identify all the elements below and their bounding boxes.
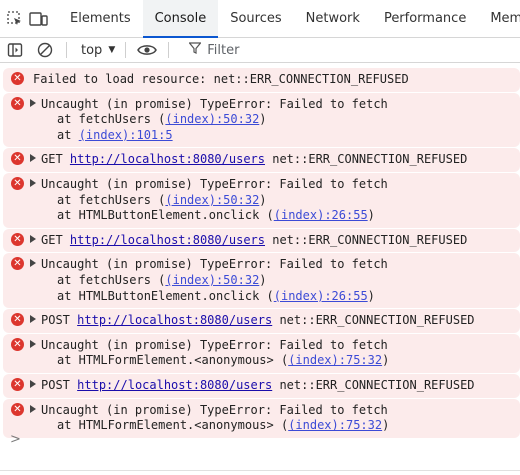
stack-frame-text: at: [57, 127, 79, 142]
filter-input[interactable]: Filter: [188, 42, 240, 58]
console-error-message[interactable]: ✕ POST http://localhost:8080/users net::…: [3, 373, 520, 398]
toolbar-divider: [168, 42, 170, 58]
console-error-message[interactable]: ✕ Uncaught (in promise) TypeError: Faile…: [3, 253, 520, 309]
error-icon: ✕: [11, 257, 24, 271]
filter-placeholder: Filter: [207, 42, 240, 58]
request-url-link[interactable]: http://localhost:8080/users: [70, 152, 265, 166]
devtools-tabbar: Elements Console Sources Network Perform…: [0, 0, 520, 38]
source-link[interactable]: (index):50:32: [165, 273, 259, 287]
tab-network[interactable]: Network: [294, 0, 372, 37]
source-link[interactable]: (index):50:32: [165, 112, 259, 126]
expand-triangle-icon[interactable]: [30, 315, 36, 324]
prompt-chevron-icon: >: [10, 432, 21, 447]
sidebar-toggle-icon[interactable]: [4, 39, 26, 61]
expand-triangle-icon[interactable]: [30, 154, 36, 163]
tab-console[interactable]: Console: [142, 0, 219, 38]
source-link[interactable]: (index):75:32: [288, 418, 382, 432]
expand-triangle-icon[interactable]: [30, 234, 36, 243]
bottom-divider: [0, 470, 520, 471]
request-url-link[interactable]: http://localhost:8080/users: [77, 313, 272, 327]
error-icon: ✕: [11, 377, 24, 391]
error-text: Failed to load resource: net::ERR_CONNEC…: [33, 72, 409, 86]
expand-triangle-icon[interactable]: [30, 259, 36, 268]
http-method: GET: [41, 232, 63, 247]
console-messages: ✕ Failed to load resource: net::ERR_CONN…: [0, 63, 520, 438]
stack-frame-text: at fetchUsers (: [57, 112, 166, 127]
console-prompt[interactable]: >: [10, 432, 21, 447]
error-icon: ✕: [11, 152, 24, 166]
error-icon: ✕: [11, 96, 24, 110]
stack-frame-suffix: ): [367, 208, 375, 223]
stack-frame-text: at HTMLButtonElement.onclick (: [57, 208, 274, 223]
error-text: net::ERR_CONNECTION_REFUSED: [279, 313, 475, 328]
error-text: net::ERR_CONNECTION_REFUSED: [272, 232, 468, 247]
http-method: GET: [41, 152, 63, 167]
stack-frame-suffix: ): [259, 192, 267, 207]
console-error-message[interactable]: ✕ Uncaught (in promise) TypeError: Faile…: [3, 172, 520, 228]
http-method: POST: [41, 377, 70, 392]
console-error-message[interactable]: ✕ GET http://localhost:8080/users net::E…: [3, 148, 520, 172]
console-error-message[interactable]: ✕ Uncaught (in promise) TypeError: Faile…: [3, 398, 520, 438]
source-link[interactable]: (index):26:55: [274, 208, 368, 222]
error-text: Uncaught (in promise) TypeError: Failed …: [41, 96, 388, 111]
stack-frame-suffix: ): [367, 288, 375, 303]
error-text: Uncaught (in promise) TypeError: Failed …: [41, 176, 388, 191]
tab-elements[interactable]: Elements: [58, 0, 143, 37]
context-label: top: [81, 42, 103, 58]
expand-triangle-icon[interactable]: [30, 339, 36, 348]
expand-triangle-icon[interactable]: [30, 178, 36, 187]
console-toolbar: top ▼ Filter: [0, 38, 520, 63]
error-text: Uncaught (in promise) TypeError: Failed …: [41, 257, 388, 272]
request-url-link[interactable]: http://localhost:8080/users: [77, 378, 272, 392]
filter-icon: [188, 42, 203, 58]
stack-frame-suffix: ): [382, 418, 390, 433]
stack-frame-text: at fetchUsers (: [57, 192, 166, 207]
stack-frame-text: at HTMLButtonElement.onclick (: [57, 288, 274, 303]
console-error-message[interactable]: ✕ GET http://localhost:8080/users net::E…: [3, 228, 520, 253]
source-link[interactable]: (index):101:5: [79, 128, 173, 142]
console-error-message[interactable]: ✕ POST http://localhost:8080/users net::…: [3, 309, 520, 333]
tab-sources[interactable]: Sources: [218, 0, 293, 37]
expand-triangle-icon[interactable]: [30, 404, 36, 413]
http-method: POST: [41, 313, 70, 328]
live-expression-eye-icon[interactable]: [136, 39, 158, 61]
tab-memory[interactable]: Mem: [478, 0, 520, 37]
chevron-down-icon: ▼: [108, 45, 116, 55]
stack-frame-suffix: ): [382, 353, 390, 368]
toolbar-divider: [66, 42, 67, 58]
stack-frame-text: at fetchUsers (: [57, 272, 166, 287]
error-icon: ✕: [11, 232, 24, 246]
source-link[interactable]: (index):50:32: [165, 193, 259, 207]
source-link[interactable]: (index):75:32: [288, 353, 382, 367]
request-url-link[interactable]: http://localhost:8080/users: [70, 233, 265, 247]
expand-triangle-icon[interactable]: [30, 379, 36, 388]
expand-triangle-icon[interactable]: [30, 98, 36, 107]
console-error-message[interactable]: ✕ Uncaught (in promise) TypeError: Faile…: [3, 333, 520, 373]
clear-console-icon[interactable]: [34, 39, 56, 61]
stack-frame-suffix: ): [259, 112, 267, 127]
error-text: net::ERR_CONNECTION_REFUSED: [272, 152, 468, 167]
error-icon: ✕: [11, 313, 24, 327]
source-link[interactable]: (index):26:55: [274, 289, 368, 303]
error-text: Uncaught (in promise) TypeError: Failed …: [41, 402, 388, 417]
tab-performance[interactable]: Performance: [372, 0, 478, 37]
context-selector[interactable]: top ▼: [81, 43, 115, 58]
toolbar-divider: [125, 42, 127, 58]
error-icon: ✕: [11, 337, 24, 351]
stack-frame-text: at HTMLFormElement.<anonymous> (: [57, 418, 289, 433]
error-text: Uncaught (in promise) TypeError: Failed …: [41, 337, 388, 352]
error-icon: ✕: [11, 176, 24, 190]
device-toolbar-icon[interactable]: [28, 8, 48, 30]
inspect-element-icon[interactable]: [6, 8, 24, 30]
console-error-message[interactable]: ✕ Failed to load resource: net::ERR_CONN…: [3, 68, 520, 92]
error-icon: ✕: [11, 72, 24, 85]
stack-frame-suffix: ): [259, 272, 267, 287]
error-text: net::ERR_CONNECTION_REFUSED: [279, 377, 475, 392]
error-icon: ✕: [11, 402, 24, 416]
console-error-message[interactable]: ✕ Uncaught (in promise) TypeError: Faile…: [3, 92, 520, 148]
stack-frame-text: at HTMLFormElement.<anonymous> (: [57, 353, 289, 368]
